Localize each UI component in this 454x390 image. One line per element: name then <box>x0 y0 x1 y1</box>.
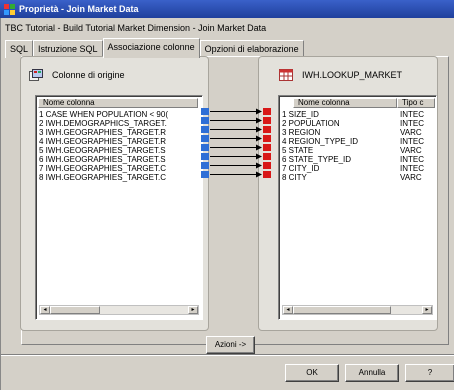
source-horizontal-scrollbar[interactable]: ◂ ▸ <box>39 305 199 315</box>
arrow-head-icon <box>256 153 262 160</box>
scroll-thumb[interactable] <box>293 306 391 314</box>
target-marker <box>263 153 271 160</box>
source-row[interactable]: 7 IWH.GEOGRAPHIES_TARGET.C <box>39 164 199 173</box>
target-marker <box>263 135 271 142</box>
source-column-header[interactable]: Nome colonna <box>38 98 198 108</box>
source-row[interactable]: 1 CASE WHEN POPULATION < 90( <box>39 110 199 119</box>
help-button[interactable]: ? <box>405 364 454 382</box>
source-columns-header: Colonne di origine <box>29 69 125 81</box>
source-row[interactable]: 3 IWH.GEOGRAPHIES_TARGET.R <box>39 128 199 137</box>
arrow-head-icon <box>256 126 262 133</box>
target-table-group: IWH.LOOKUP_MARKET Nome colonna Tipo c 1 … <box>258 56 438 331</box>
source-columns-list[interactable]: Nome colonna 1 CASE WHEN POPULATION < 90… <box>35 95 203 320</box>
mapping-connector[interactable] <box>201 126 271 133</box>
scroll-left-icon[interactable]: ◂ <box>40 306 50 314</box>
source-row[interactable]: 4 IWH.GEOGRAPHIES_TARGET.R <box>39 137 199 146</box>
target-columns-list[interactable]: Nome colonna Tipo c 1 SIZE_ID INTEC 2 PO… <box>278 95 437 320</box>
cancel-button[interactable]: Annulla <box>345 364 399 382</box>
app-icon <box>4 3 15 15</box>
tab-bar: SQL Istruzione SQL Associazione colonne … <box>5 38 304 58</box>
source-table-icon <box>29 69 43 81</box>
source-row[interactable]: 6 IWH.GEOGRAPHIES_TARGET.S <box>39 155 199 164</box>
scroll-right-icon[interactable]: ▸ <box>422 306 432 314</box>
footer-divider <box>1 354 454 356</box>
target-horizontal-scrollbar[interactable]: ◂ ▸ <box>282 305 433 315</box>
window-title-bar: Proprietà - Join Market Data <box>0 0 454 18</box>
target-marker <box>263 108 271 115</box>
target-row-type: INTEC <box>400 110 424 119</box>
target-row-name[interactable]: 7 CITY_ID <box>282 164 392 173</box>
mapping-connector[interactable] <box>201 171 271 178</box>
target-row-name[interactable]: 5 STATE <box>282 146 392 155</box>
mapping-connector[interactable] <box>201 153 271 160</box>
target-row-name[interactable]: 1 SIZE_ID <box>282 110 392 119</box>
source-columns-title: Colonne di origine <box>52 70 125 80</box>
mapping-connector[interactable] <box>201 135 271 142</box>
source-marker <box>201 171 209 178</box>
source-columns-group: Colonne di origine Nome colonna 1 CASE W… <box>20 56 209 331</box>
source-row[interactable]: 8 IWH.GEOGRAPHIES_TARGET.C <box>39 173 199 182</box>
target-row-type: INTEC <box>400 137 424 146</box>
source-marker <box>201 144 209 151</box>
tab-column-mapping[interactable]: Associazione colonne <box>102 38 200 58</box>
step-path: TBC Tutorial - Build Tutorial Market Dim… <box>5 23 267 33</box>
target-row-type: INTEC <box>400 155 424 164</box>
target-marker <box>263 171 271 178</box>
window-title: Proprietà - Join Market Data <box>19 4 139 14</box>
source-row[interactable]: 5 IWH.GEOGRAPHIES_TARGET.S <box>39 146 199 155</box>
scroll-right-icon[interactable]: ▸ <box>188 306 198 314</box>
arrow-head-icon <box>256 162 262 169</box>
source-marker <box>201 117 209 124</box>
source-row[interactable]: 2 IWH.DEMOGRAPHICS_TARGET. <box>39 119 199 128</box>
target-row-name[interactable]: 2 POPULATION <box>282 119 392 128</box>
arrow-head-icon <box>256 144 262 151</box>
target-row-type: INTEC <box>400 119 424 128</box>
target-row-type: VARC <box>400 173 422 182</box>
column-mapping-connectors[interactable] <box>201 108 277 200</box>
source-marker <box>201 162 209 169</box>
target-table-icon <box>279 69 293 81</box>
arrow-head-icon <box>256 135 262 142</box>
target-row-type: VARC <box>400 146 422 155</box>
arrow-head-icon <box>256 171 262 178</box>
target-table-title: IWH.LOOKUP_MARKET <box>302 70 403 80</box>
target-row-type: INTEC <box>400 164 424 173</box>
target-column-type-header[interactable]: Tipo c <box>397 98 435 108</box>
mapping-connector[interactable] <box>201 144 271 151</box>
target-row-name[interactable]: 8 CITY <box>282 173 392 182</box>
target-row-name[interactable]: 3 REGION <box>282 128 392 137</box>
source-marker <box>201 108 209 115</box>
target-row-type: VARC <box>400 128 422 137</box>
actions-button[interactable]: Azioni -> <box>206 336 255 354</box>
arrow-head-icon <box>256 117 262 124</box>
mapping-connector[interactable] <box>201 108 271 115</box>
target-marker <box>263 126 271 133</box>
source-marker <box>201 126 209 133</box>
target-row-name[interactable]: 4 REGION_TYPE_ID <box>282 137 392 146</box>
target-marker <box>263 117 271 124</box>
mapping-connector[interactable] <box>201 117 271 124</box>
target-row-name[interactable]: 6 STATE_TYPE_ID <box>282 155 392 164</box>
dialog-body: TBC Tutorial - Build Tutorial Market Dim… <box>0 18 454 390</box>
scroll-thumb[interactable] <box>50 306 100 314</box>
mapping-connector[interactable] <box>201 162 271 169</box>
target-marker <box>263 144 271 151</box>
source-marker <box>201 153 209 160</box>
target-table-header: IWH.LOOKUP_MARKET <box>279 69 402 81</box>
target-marker <box>263 162 271 169</box>
arrow-head-icon <box>256 108 262 115</box>
ok-button[interactable]: OK <box>285 364 339 382</box>
scroll-left-icon[interactable]: ◂ <box>283 306 293 314</box>
target-column-name-header[interactable]: Nome colonna <box>293 98 397 108</box>
source-marker <box>201 135 209 142</box>
